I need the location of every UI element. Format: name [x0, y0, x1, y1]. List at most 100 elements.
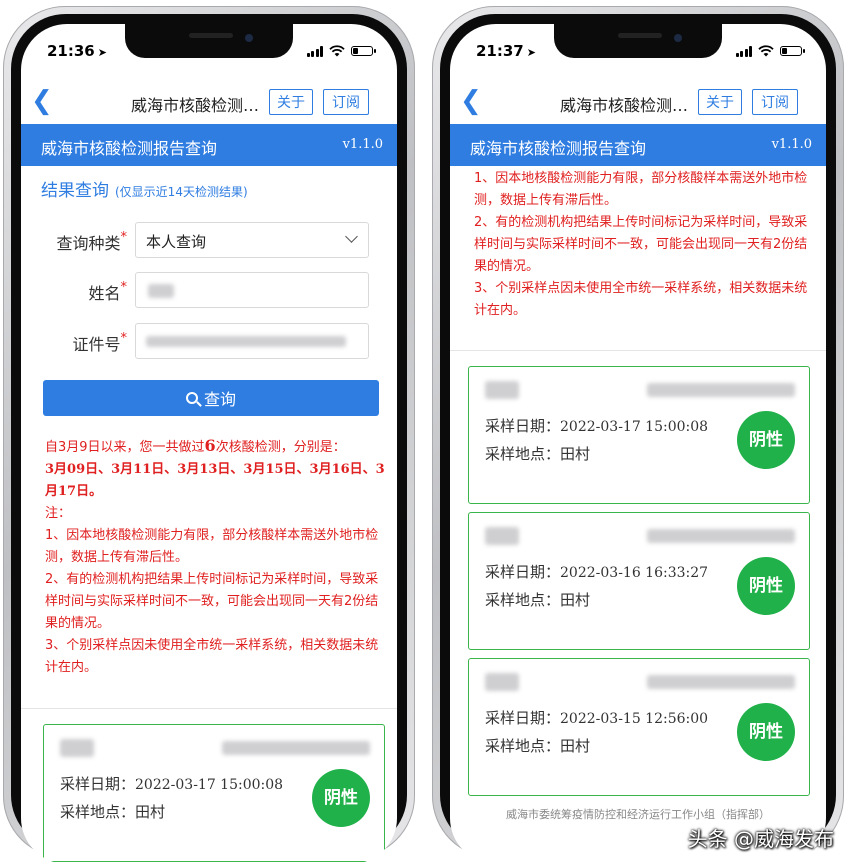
redacted-name — [485, 673, 519, 691]
sample-place-value: 田村 — [560, 737, 591, 755]
redacted-id — [222, 741, 370, 755]
sample-place-row: 采样地点：田村 — [485, 735, 590, 756]
status-icons — [306, 45, 376, 57]
footer-text: 威海市委统筹疫情防控和经济运行工作小组（指挥部） — [506, 808, 770, 821]
sample-place-label: 采样地点： — [485, 737, 561, 755]
sample-date-row: 采样日期：2022-03-15 12:56:00 — [485, 707, 708, 728]
summary-prefix: 自3月9日以来，您一共做过 — [45, 440, 205, 455]
sample-place-row: 采样地点：田村 — [60, 801, 165, 822]
note-item-2: 2、有的检测机构把结果上传时间标记为采样时间，导致采样时间与实际采样时间不一致，… — [45, 572, 379, 631]
section-hint: (仅显示近14天检测结果) — [115, 185, 248, 199]
query-type-row: 查询种类* 本人查询 — [21, 222, 397, 258]
watermark: 头条 @威海发布 — [687, 827, 834, 851]
summary-suffix: 次核酸检测，分别是： — [215, 440, 346, 455]
location-arrow-icon: ➤ — [526, 46, 536, 59]
dates-wrap: 3月09日、3月11日、3月13日、3月15日、3月16日、3月17日。 — [45, 459, 385, 503]
name-label-wrap: 姓名* — [88, 280, 127, 304]
subscribe-button[interactable]: 订阅 — [323, 89, 369, 115]
banner-title: 威海市核酸检测报告查询 — [41, 139, 218, 158]
result-card[interactable]: 采样日期：2022-03-17 15:00:08 采样地点：田村 阴性 — [468, 366, 810, 504]
sample-place-label: 采样地点： — [485, 445, 561, 463]
redacted-id — [647, 383, 795, 397]
query-button[interactable]: 查询 — [43, 380, 379, 416]
status-time: 21:37 — [476, 42, 524, 60]
name-input[interactable] — [135, 272, 369, 308]
query-type-value: 本人查询 — [146, 233, 207, 251]
redacted-id — [647, 529, 795, 543]
left-phone-frame: 21:36 ➤ ❮ 威海市核酸检测… 关于 订阅 威海市核酸检测报告查询 v1.1… — [3, 6, 415, 864]
section-title: 结果查询 — [41, 181, 109, 201]
status-time: 21:36 — [47, 42, 95, 60]
battery-icon — [780, 46, 805, 56]
notice-block: 自3月9日以来，您一共做过6次核酸检测，分别是： 3月09日、3月11日、3月1… — [45, 435, 385, 679]
sample-date-row: 采样日期：2022-03-17 15:00:08 — [485, 415, 708, 436]
status-time-wrap: 21:37 ➤ — [476, 42, 536, 60]
note-item-3: 3、个别采样点因未使用全市统一采样系统，相关数据未统计在内。 — [474, 281, 808, 318]
sample-place-value: 田村 — [560, 445, 591, 463]
status-icons — [735, 45, 805, 57]
result-card[interactable]: 采样日期：2022-03-16 16:33:27 采样地点：田村 阴性 — [468, 512, 810, 650]
divider — [21, 708, 397, 709]
nav-title: 威海市核酸检测… — [131, 96, 260, 115]
redacted-name — [148, 284, 174, 298]
app-banner: 威海市核酸检测报告查询 v1.1.0 — [450, 124, 826, 166]
banner-title: 威海市核酸检测报告查询 — [470, 139, 647, 158]
location-arrow-icon: ➤ — [97, 46, 107, 59]
sample-place-value: 田村 — [135, 803, 166, 821]
negative-result-badge: 阴性 — [737, 557, 795, 615]
nav-bar: ❮ 威海市核酸检测… 关于 订阅 — [21, 84, 397, 124]
sample-date-value: 2022-03-16 16:33:27 — [560, 565, 709, 581]
about-button[interactable]: 关于 — [698, 89, 742, 115]
notice-block: 1、因本地核酸检测能力有限，部分核酸样本需送外地市检测，数据上传有滞后性。 2、… — [474, 168, 814, 322]
notice-summary: 自3月9日以来，您一共做过6次核酸检测，分别是： — [45, 435, 385, 459]
redacted-name — [485, 527, 519, 545]
sample-date-label: 采样日期： — [485, 709, 561, 727]
sample-place-label: 采样地点： — [60, 803, 136, 821]
nav-title: 威海市核酸检测… — [560, 96, 689, 115]
right-phone-frame: 21:37 ➤ ❮ 威海市核酸检测… 关于 订阅 威海市核酸检测报告查询 v1.1… — [432, 6, 844, 864]
chevron-down-icon — [345, 230, 358, 243]
back-chevron-icon[interactable]: ❮ — [460, 88, 482, 114]
required-mark: * — [120, 230, 128, 245]
note-item-1: 1、因本地核酸检测能力有限，部分核酸样本需送外地市检测，数据上传有滞后性。 — [45, 528, 379, 565]
left-phone-screen: 21:36 ➤ ❮ 威海市核酸检测… 关于 订阅 威海市核酸检测报告查询 v1.1… — [21, 24, 397, 864]
back-chevron-icon[interactable]: ❮ — [31, 88, 53, 114]
redacted-id — [146, 336, 346, 347]
phone-notch — [554, 24, 722, 58]
cellular-signal-icon — [735, 45, 752, 57]
redacted-id — [647, 675, 795, 689]
result-card[interactable]: 采样日期：2022-03-15 12:56:00 采样地点：田村 阴性 — [468, 658, 810, 796]
sample-place-value: 田村 — [560, 591, 591, 609]
sample-place-row: 采样地点：田村 — [485, 589, 590, 610]
result-card[interactable]: 采样日期：2022-03-17 15:00:08 采样地点：田村 阴性 — [43, 724, 385, 862]
battery-icon — [351, 46, 376, 56]
cellular-signal-icon — [306, 45, 323, 57]
phone-notch — [125, 24, 293, 58]
note-item-1: 1、因本地核酸检测能力有限，部分核酸样本需送外地市检测，数据上传有滞后性。 — [474, 171, 808, 208]
id-input[interactable] — [135, 323, 369, 359]
search-icon — [185, 392, 198, 404]
sample-date-value: 2022-03-15 12:56:00 — [560, 711, 709, 727]
required-mark: * — [120, 331, 128, 346]
sample-date-row: 采样日期：2022-03-17 15:00:08 — [60, 773, 283, 794]
negative-result-badge: 阴性 — [312, 769, 370, 827]
id-row: 证件号* — [21, 323, 397, 359]
redacted-name — [60, 739, 94, 757]
sample-date-row: 采样日期：2022-03-16 16:33:27 — [485, 561, 708, 582]
wifi-icon — [329, 45, 345, 57]
sample-date-label: 采样日期： — [60, 775, 136, 793]
negative-result-badge: 阴性 — [737, 411, 795, 469]
name-row: 姓名* — [21, 272, 397, 308]
section-header: 结果查询 (仅显示近14天检测结果) — [41, 176, 248, 201]
query-type-select[interactable]: 本人查询 — [135, 222, 369, 258]
id-label-wrap: 证件号* — [72, 331, 127, 355]
redacted-name — [485, 381, 519, 399]
query-type-label-wrap: 查询种类* — [56, 230, 127, 254]
subscribe-button[interactable]: 订阅 — [752, 89, 798, 115]
note-item-3: 3、个别采样点因未使用全市统一采样系统，相关数据未统计在内。 — [45, 638, 379, 675]
sample-place-label: 采样地点： — [485, 591, 561, 609]
about-button[interactable]: 关于 — [269, 89, 313, 115]
name-label: 姓名 — [88, 284, 121, 303]
sample-place-row: 采样地点：田村 — [485, 443, 590, 464]
sample-date-value: 2022-03-17 15:00:08 — [135, 777, 284, 793]
